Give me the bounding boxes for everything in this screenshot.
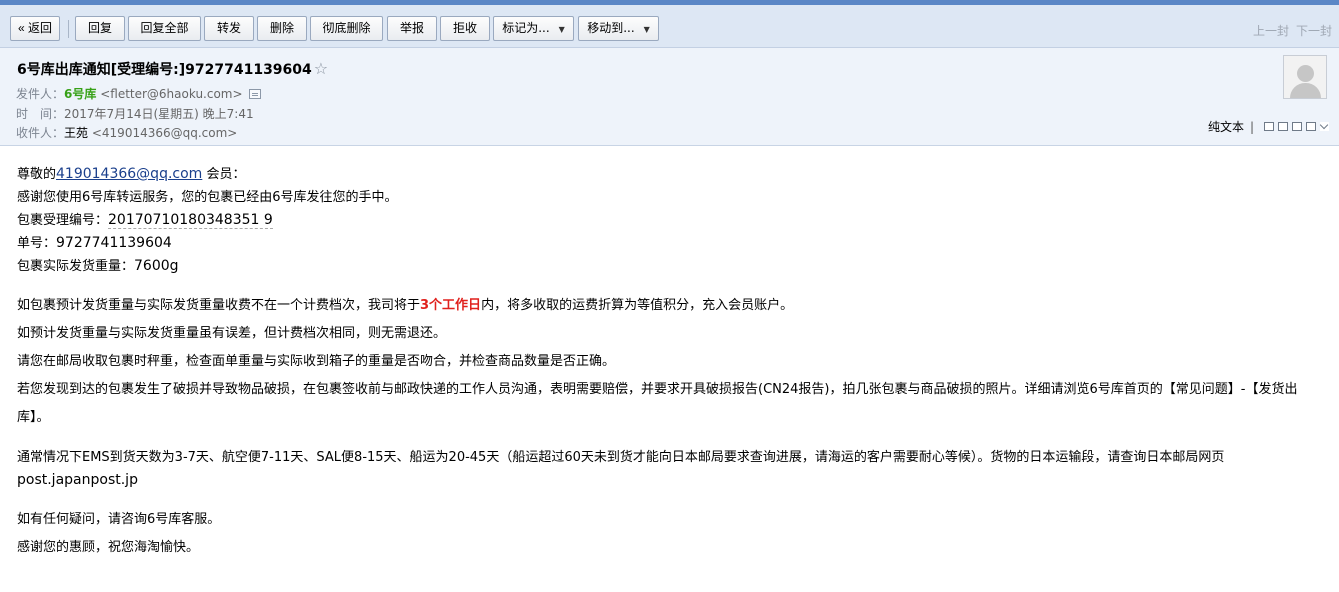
refund-paragraph: 如包裹预计发货重量与实际发货重量收费不在一个计费档次，我司将于3个工作日内，将多… [17,292,1322,320]
mark-as-dropdown[interactable]: 标记为... ▼ [493,16,574,41]
accept-number-label: 包裹受理编号： [17,213,109,228]
closing-paragraph: 感谢您的惠顾，祝您海淘愉快。 [17,540,200,555]
avatar-head [1297,65,1314,82]
plain-text-link[interactable]: 纯文本 [1208,118,1244,135]
time-value: 2017年7月14日(星期五) 晚上7:41 [64,107,254,121]
mail-header: 6号库出库通知[受理编号:]9727741139604 ☆ 发件人：6号库 <fl… [0,48,1339,146]
greeting: 尊敬的419014366@qq.com 会员： [17,163,1322,186]
weight-line: 包裹实际发货重量：7600g [17,255,1322,278]
print-icon[interactable] [1306,122,1316,131]
greeting-prefix: 尊敬的 [17,167,57,182]
report-button[interactable]: 举报 [387,16,437,41]
delete-button[interactable]: 删除 [257,16,307,41]
mail-subject: 6号库出库通知[受理编号:]9727741139604 ☆ [17,59,328,79]
tool-divider: | [1249,119,1254,134]
chevron-down-icon[interactable] [1320,122,1329,131]
thanks-line: 感谢您使用6号库转运服务，您的包裹已经由6号库发往您的手中。 [17,190,398,205]
japanpost-link[interactable]: post.japanpost.jp [17,472,138,488]
mail-view-tools: 纯文本 | [1208,118,1329,135]
order-number-line: 单号：9727741139604 [17,232,1322,255]
weight-value: 7600g [134,258,179,274]
shipping-time-text: 通常情况下EMS到货天数为3-7天、航空便7-11天、SAL便8-15天、船运为… [17,450,1225,465]
recipient-line: 收件人：王苑 <419014366@qq.com> [16,124,237,141]
weight-label: 包裹实际发货重量： [17,259,135,274]
save-icon[interactable] [1292,122,1302,131]
toolbar-separator [68,20,69,38]
refund-text-a: 如包裹预计发货重量与实际发货重量收费不在一个计费档次，我司将于 [17,298,421,313]
damage-paragraph: 若您发现到达的包裹发生了破损并导致物品破损，在包裹签收前与邮政快递的工作人员沟通… [17,382,1298,425]
order-number-value: 9727741139604 [56,235,172,251]
star-icon[interactable]: ☆ [314,59,328,78]
member-email-link[interactable]: 419014366@qq.com [56,166,202,182]
move-to-dropdown[interactable]: 移动到... ▼ [578,16,659,41]
forward-button[interactable]: 转发 [204,16,254,41]
to-label: 收件人： [16,126,65,140]
subject-text: 6号库出库通知[受理编号:]9727741139604 [17,62,312,78]
recipient-name[interactable]: 王苑 [64,126,88,140]
sender-avatar [1283,55,1327,99]
sender-line: 发件人：6号库 <fletter@6haoku.com> [16,85,261,102]
mail-body: 尊敬的419014366@qq.com 会员： 感谢您使用6号库转运服务，您的包… [0,146,1339,562]
recipient-email: <419014366@qq.com> [91,126,238,140]
mail-pager: 上一封 下一封 [1246,22,1332,39]
avatar-body [1290,83,1321,98]
prev-mail-link[interactable]: 上一封 [1253,24,1289,38]
new-window-icon[interactable] [1264,122,1274,131]
shipping-time-paragraph: 通常情况下EMS到货天数为3-7天、航空便7-11天、SAL便8-15天、船运为… [17,446,1317,492]
reply-all-button[interactable]: 回复全部 [128,16,201,41]
chevron-down-icon: ▼ [643,25,650,34]
note-icon[interactable] [1278,122,1288,131]
contact-card-icon[interactable] [248,89,261,99]
reject-button[interactable]: 拒收 [440,16,490,41]
order-number-label: 单号： [17,236,57,251]
time-line: 时 间：2017年7月14日(星期五) 晚上7:41 [16,105,254,122]
weigh-check-paragraph: 请您在邮局收取包裹时秤重，检查面单重量与实际收到箱子的重量是否吻合，并检查商品数… [17,354,616,369]
accept-number-value: 20170710180348351 9 [108,212,273,229]
greeting-suffix: 会员： [202,167,246,182]
mail-toolbar: « 返回 回复 回复全部 转发 删除 彻底删除 举报 拒收 标记为... ▼ 移动… [0,5,1339,48]
accept-number-line: 包裹受理编号：20170710180348351 9 [17,209,1322,232]
next-mail-link[interactable]: 下一封 [1296,24,1332,38]
move-to-label: 移动到... [587,21,635,35]
highlight-days: 3个工作日 [420,298,482,313]
chevron-down-icon: ▼ [558,25,565,34]
contact-paragraph: 如有任何疑问，请咨询6号库客服。 [17,512,221,527]
sender-name[interactable]: 6号库 [64,87,96,101]
mark-as-label: 标记为... [502,21,550,35]
from-label: 发件人： [16,87,65,101]
refund-text-b: 内，将多收取的运费折算为等值积分，充入会员账户。 [481,298,794,313]
reply-button[interactable]: 回复 [75,16,125,41]
delete-forever-button[interactable]: 彻底删除 [310,16,383,41]
no-refund-paragraph: 如预计发货重量与实际发货重量虽有误差，但计费档次相同，则无需退还。 [17,326,447,341]
back-button[interactable]: « 返回 [10,16,60,41]
sender-email: <fletter@6haoku.com> [100,87,243,101]
time-label: 时 间： [16,107,65,121]
